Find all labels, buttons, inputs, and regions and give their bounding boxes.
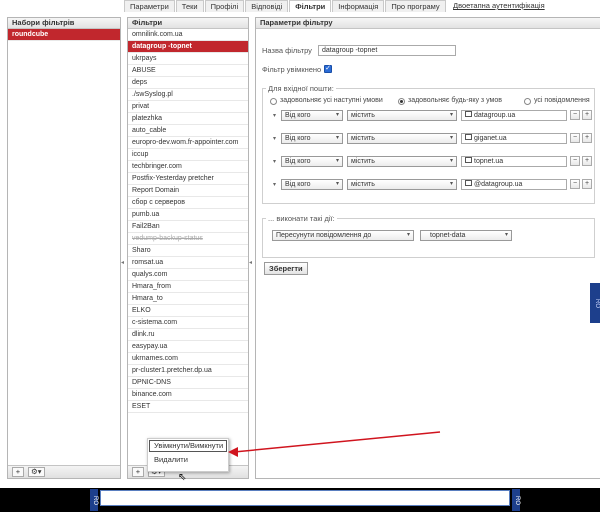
mouse-cursor-icon: ⇖ <box>178 472 187 483</box>
side-window-tag: RO <box>590 283 600 323</box>
annotation-arrow <box>228 431 441 457</box>
taskbar-tag-right[interactable]: RO <box>512 489 520 511</box>
taskbar-tag-left[interactable]: RO <box>90 489 98 511</box>
taskbar-window[interactable] <box>100 490 510 506</box>
